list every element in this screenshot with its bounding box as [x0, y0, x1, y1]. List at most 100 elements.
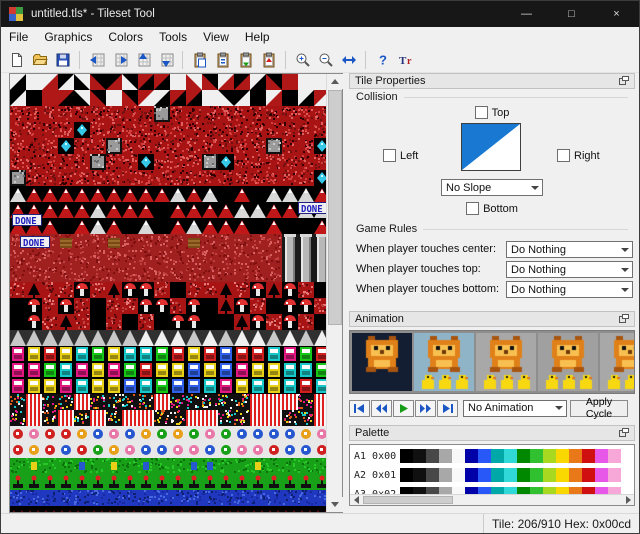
rule-bottom-label: When player touches bottom: [356, 283, 500, 295]
scroll-down-button[interactable] [327, 497, 343, 512]
font-button[interactable]: Tr [394, 49, 417, 71]
shift-up-button[interactable] [131, 49, 154, 71]
save-button[interactable] [51, 49, 74, 71]
checkbox-box[interactable] [474, 106, 488, 119]
palette-swatch-0-3[interactable] [439, 449, 452, 463]
apply-cycle-button[interactable]: Apply Cycle [570, 396, 628, 420]
palette-swatch-1-13[interactable] [569, 468, 582, 482]
collision-left-checkbox[interactable]: Left [383, 149, 418, 162]
palette-swatch-1-9[interactable] [517, 468, 530, 482]
collision-right-checkbox[interactable]: Right [557, 149, 600, 162]
float-panel-icon[interactable] [619, 428, 629, 438]
palette-swatch-0-9[interactable] [517, 449, 530, 463]
animation-frame-5[interactable] [600, 333, 634, 391]
copy-button[interactable] [188, 49, 211, 71]
animation-cycle-dropdown[interactable]: No Animation [463, 399, 567, 417]
float-panel-icon[interactable] [619, 314, 629, 324]
palette-row-label: A2 0x01 [354, 469, 397, 481]
tileset-canvas[interactable] [10, 74, 326, 512]
shift-down-button[interactable] [154, 49, 177, 71]
palette-swatch-0-13[interactable] [569, 449, 582, 463]
anim-forward-button[interactable] [415, 399, 436, 417]
palette-swatch-1-6[interactable] [478, 468, 491, 482]
slope-dropdown[interactable]: No Slope [441, 179, 543, 196]
menu-graphics[interactable]: Graphics [36, 27, 100, 47]
swap-button[interactable] [337, 49, 360, 71]
palette-swatch-0-15[interactable] [595, 449, 608, 463]
checkbox-box[interactable] [466, 202, 480, 215]
palette-swatch-1-11[interactable] [543, 468, 556, 482]
zoom-in-button[interactable] [291, 49, 314, 71]
import-button[interactable] [234, 49, 257, 71]
palette-swatch-1-5[interactable] [465, 468, 478, 482]
rule-top-label: When player touches top: [356, 263, 481, 275]
shift-right-button[interactable] [108, 49, 131, 71]
palette-swatch-1-8[interactable] [504, 468, 517, 482]
new-button[interactable] [5, 49, 28, 71]
palette-swatch-0-6[interactable] [478, 449, 491, 463]
rule-bottom-dropdown[interactable]: Do Nothing [506, 281, 633, 298]
collision-top-checkbox[interactable]: Top [474, 106, 509, 119]
open-button[interactable] [28, 49, 51, 71]
palette-swatch-1-14[interactable] [582, 468, 595, 482]
palette-swatch-0-5[interactable] [465, 449, 478, 463]
menu-colors[interactable]: Colors [100, 27, 151, 47]
palette-swatch-1-15[interactable] [595, 468, 608, 482]
tile-properties-title: Tile Properties [355, 75, 426, 87]
animation-frame-2[interactable] [414, 333, 474, 391]
anim-first-button[interactable] [349, 399, 370, 417]
palette-swatch-0-10[interactable] [530, 449, 543, 463]
palette-swatch-1-12[interactable] [556, 468, 569, 482]
anim-play-button[interactable] [393, 399, 414, 417]
palette-swatch-1-0[interactable] [400, 468, 413, 482]
palette-swatch-1-1[interactable] [413, 468, 426, 482]
palette-swatch-1-16[interactable] [608, 468, 621, 482]
palette-swatch-1-4[interactable] [452, 468, 465, 482]
palette-swatch-0-1[interactable] [413, 449, 426, 463]
paste-button[interactable] [211, 49, 234, 71]
menu-file[interactable]: File [1, 27, 36, 47]
scroll-right-button[interactable] [622, 495, 634, 505]
palette-swatch-0-0[interactable] [400, 449, 413, 463]
palette-swatch-0-16[interactable] [608, 449, 621, 463]
checkbox-box[interactable] [383, 149, 396, 162]
animation-frame-4[interactable] [538, 333, 598, 391]
shift-left-button[interactable] [85, 49, 108, 71]
palette-swatch-0-4[interactable] [452, 449, 465, 463]
palette-swatch-0-12[interactable] [556, 449, 569, 463]
palette-swatch-1-3[interactable] [439, 468, 452, 482]
palette-swatch-0-11[interactable] [543, 449, 556, 463]
scroll-up-button[interactable] [327, 74, 343, 89]
export-button[interactable] [257, 49, 280, 71]
close-button[interactable]: × [594, 1, 639, 27]
palette-swatch-0-2[interactable] [426, 449, 439, 463]
palette-swatch-1-7[interactable] [491, 468, 504, 482]
minimize-button[interactable]: — [504, 1, 549, 27]
tileset-vertical-scrollbar[interactable] [326, 74, 343, 512]
scroll-thumb[interactable] [363, 496, 453, 504]
checkbox-box[interactable] [557, 149, 570, 162]
palette-swatch-1-10[interactable] [530, 468, 543, 482]
zoom-out-button[interactable] [314, 49, 337, 71]
collision-bottom-checkbox[interactable]: Bottom [466, 202, 518, 215]
menu-help[interactable]: Help [237, 27, 278, 47]
animation-frame-1[interactable] [352, 333, 412, 391]
palette-horizontal-scrollbar[interactable] [350, 494, 634, 505]
anim-rewind-button[interactable] [371, 399, 392, 417]
animation-frame-3[interactable] [476, 333, 536, 391]
maximize-button[interactable]: □ [549, 1, 594, 27]
palette-swatch-0-14[interactable] [582, 449, 595, 463]
scroll-thumb[interactable] [328, 90, 342, 325]
palette-swatch-0-7[interactable] [491, 449, 504, 463]
palette-swatch-1-2[interactable] [426, 468, 439, 482]
rule-center-dropdown[interactable]: Do Nothing [506, 241, 633, 258]
rule-top-dropdown[interactable]: Do Nothing [506, 261, 633, 278]
help-button[interactable]: ? [371, 49, 394, 71]
menu-bar: File Graphics Colors Tools View Help [1, 27, 639, 47]
menu-tools[interactable]: Tools [151, 27, 195, 47]
float-panel-icon[interactable] [619, 76, 629, 86]
anim-last-button[interactable] [437, 399, 458, 417]
menu-view[interactable]: View [195, 27, 237, 47]
scroll-left-button[interactable] [350, 495, 362, 505]
palette-swatch-0-8[interactable] [504, 449, 517, 463]
